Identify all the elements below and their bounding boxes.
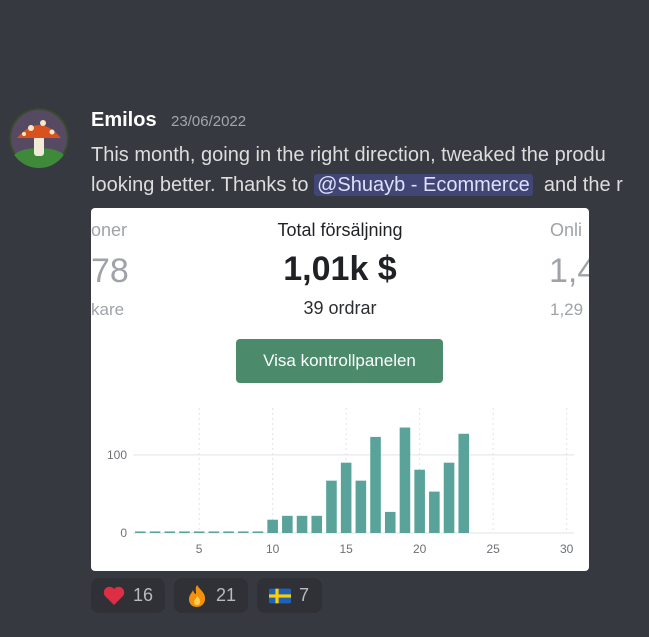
message-header: Emilos 23/06/2022 [91,109,246,132]
message-text: looking better. Thanks to [91,174,315,196]
chart-bar-day-1 [135,531,146,533]
chart-bar-day-12 [296,515,308,533]
right-stat-value: 1,4 [549,252,589,290]
chart-x-tick-label: 15 [339,542,353,556]
swedish-flag-icon [269,585,291,607]
user-mention[interactable]: @Shuayb - Ecommerce [314,174,533,196]
chart-bar-day-9 [252,531,264,533]
chart-x-tick-label: 5 [196,542,203,556]
chart-bar-day-4 [179,531,190,533]
chart-bar-day-5 [193,531,205,533]
chart-bar-day-14 [326,480,337,533]
chart-bars [135,427,470,533]
right-stat-sub: 1,29 [550,300,584,319]
reaction-count: 21 [215,585,236,605]
reaction-fire[interactable]: 21 [174,578,248,613]
order-count: 39 ordrar [303,298,377,318]
chart-bar-day-21 [429,491,440,533]
message-line-1: This month, going in the right direction… [91,144,606,166]
sales-chart: 0 100 5 10 15 20 25 30 [91,398,589,571]
message-text: and the r [532,174,623,196]
chart-x-tick-label: 30 [560,542,574,556]
chart-x-tick-label: 10 [266,542,280,556]
chart-bar-day-10 [267,519,278,533]
total-sales-amount: 1,01k $ [283,250,397,288]
message-line-2: looking better. Thanks to @Shuayb - Ecom… [91,170,649,200]
chart-bar-day-2 [149,531,161,533]
username[interactable]: Emilos [91,109,157,131]
chart-bar-day-11 [282,515,293,533]
embedded-screenshot[interactable]: oner 78 kare Total försäljning 1,01k $ 3… [91,208,589,571]
chart-bar-day-22 [443,462,455,533]
reaction-sweden-flag[interactable]: 7 [257,578,322,613]
mushroom-icon [9,108,69,168]
chart-gridlines [133,408,574,534]
chart-bar-day-13 [311,515,323,533]
heart-icon [103,585,125,607]
sales-bar-chart: 0 100 5 10 15 20 25 30 [107,408,574,556]
chart-bar-day-23 [458,433,470,533]
chart-bar-day-7 [223,531,234,533]
right-stat-label: Onli [550,220,583,240]
view-dashboard-button[interactable]: Visa kontrollpanelen [236,339,443,383]
avatar[interactable] [9,108,69,168]
chart-x-tick-label: 20 [413,542,427,556]
chart-bar-day-8 [237,531,249,533]
reaction-count: 16 [133,585,154,605]
chat-message: Emilos 23/06/2022 This month, going in t… [0,0,649,637]
chart-bar-day-16 [355,480,367,533]
chart-y-ticks: 0 100 [107,448,127,540]
chart-bar-day-17 [370,436,381,533]
chart-y-tick-label: 100 [107,448,127,462]
chart-bar-day-3 [164,531,176,533]
message-content: This month, going in the right direction… [91,140,649,200]
chart-x-ticks: 5 10 15 20 25 30 [196,542,574,556]
timestamp: 23/06/2022 [171,113,247,130]
chart-bar-day-20 [414,469,425,533]
chart-x-tick-label: 25 [486,542,500,556]
chart-bar-day-15 [340,462,352,533]
chart-bar-day-18 [384,511,396,533]
chart-bar-day-19 [399,427,411,533]
chart-y-tick-label: 0 [120,526,127,540]
fire-icon [186,584,208,607]
reaction-count: 7 [299,585,310,605]
chart-bar-day-6 [208,531,220,533]
reaction-heart[interactable]: 16 [91,578,165,613]
total-sales-title: Total försäljning [277,220,403,240]
